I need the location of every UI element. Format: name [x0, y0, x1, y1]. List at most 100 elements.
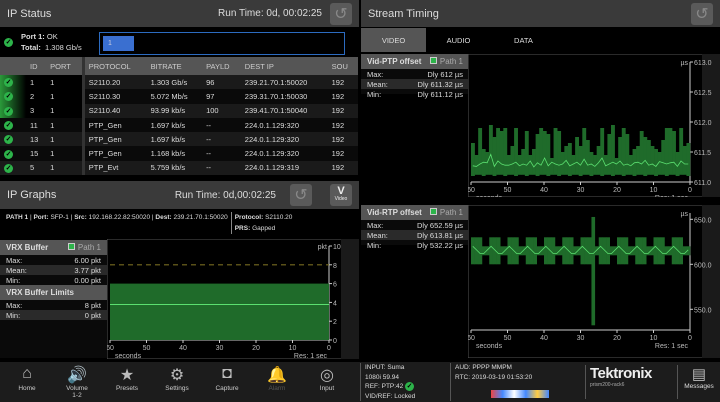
offset-bar [474, 155, 479, 175]
cell-protocol: PTP_Gen [81, 132, 147, 147]
nav-presets-button[interactable]: ★ Presets [102, 365, 152, 399]
cell-dest-ip: 224.0.1.129:320 [240, 132, 328, 147]
tab-video[interactable]: VIDEO [361, 28, 426, 52]
y-tick-label: 550.0 [694, 307, 712, 314]
chart-scrollbar[interactable] [702, 205, 720, 358]
table-row[interactable]: ✓ 11 1 PTP_Gen 1.697 kb/s -- 224.0.1.129:320 19… [0, 117, 358, 133]
nav-label: Presets [115, 385, 139, 392]
offset-bar [567, 143, 572, 176]
reset-button[interactable]: ↺ [290, 184, 312, 206]
rtc-clock: RTC: 2019-03-19 01:53:20 [455, 373, 533, 381]
col-dest-ip[interactable]: DEST IP [240, 57, 328, 75]
table-row[interactable]: ✓ 5 1 PTP_Evt 5.759 kb/s -- 224.0.1.129:319 192 [0, 160, 358, 176]
cell-port: 1 [46, 89, 84, 104]
offset-bar [542, 131, 547, 175]
table-row[interactable]: ✓ 1 1 S2110.20 1.303 Gb/s 96 239.21.70.1:50020… [0, 75, 358, 90]
offset-bar [584, 237, 589, 265]
offset-bar [635, 237, 640, 265]
input-icon: ◎ [320, 367, 334, 384]
offset-bar [660, 237, 665, 265]
input-name: INPUT: Suma [365, 364, 405, 371]
col-payld[interactable]: PAYLD [202, 57, 241, 75]
total-label: Total: [21, 43, 41, 52]
cell-protocol: S2110.40 [81, 103, 147, 118]
reset-button[interactable]: ↺ [330, 2, 352, 25]
stream-selector[interactable]: 1 [99, 32, 345, 55]
reset-button[interactable]: ↺ [691, 2, 713, 25]
offset-bar [580, 237, 585, 265]
status-ok-icon: ✓ [4, 149, 13, 159]
stream-chip[interactable]: 1 [103, 36, 134, 51]
offset-bar [646, 140, 651, 175]
col-id[interactable]: ID [26, 57, 47, 75]
col-bitrate[interactable]: BITRATE [146, 57, 203, 75]
table-row[interactable]: ✓ 2 1 S2110.30 5.072 Mb/s 97 239.31.70.1:50030… [0, 89, 358, 104]
cell-source: 192 [327, 75, 358, 90]
stat-row: Max: 8 pkt [0, 300, 107, 310]
nav-alarm-button[interactable]: 🔔 Alarm [252, 365, 302, 399]
offset-bar [578, 146, 583, 176]
messages-label: Messages [684, 383, 714, 390]
buffer-range-bar [110, 283, 329, 340]
chart-scrollbar[interactable] [341, 239, 359, 359]
cell-protocol: S2110.20 [81, 75, 147, 90]
limits-title: VRX Buffer Limits [6, 288, 75, 297]
video-button[interactable]: V Video [330, 184, 352, 206]
offset-bar [562, 237, 567, 265]
resolution-label: Res: 1 sec [294, 353, 328, 359]
cell-source: 192 [327, 146, 358, 161]
offset-bar [474, 237, 479, 265]
offset-bar [496, 237, 501, 265]
table-row[interactable]: ✓ 13 1 PTP_Gen 1.697 kb/s -- 224.0.1.129:320 19… [0, 132, 358, 147]
y-tick-label: 10 [333, 244, 341, 251]
spike-bar [591, 216, 596, 326]
status-ok-icon: ✓ [4, 135, 13, 145]
col-port[interactable]: PORT [46, 57, 84, 75]
offset-bar [600, 128, 605, 176]
y-tick-label: 611.0 [694, 180, 711, 187]
nav-volume-button[interactable]: 🔊 Volume 1-2 [52, 365, 102, 399]
stat-label: Max: [6, 255, 23, 265]
cell-source: 192 [327, 132, 358, 147]
offset-bar [521, 149, 526, 175]
x-tick-label: 40 [179, 345, 187, 352]
cell-source: 192 [327, 160, 358, 176]
nav-capture-button[interactable]: ◘ Capture [202, 365, 252, 399]
cell-port: 1 [46, 132, 84, 147]
offset-bar [614, 158, 619, 175]
nav-settings-button[interactable]: ⚙ Settings [152, 365, 202, 399]
offset-bar [639, 131, 644, 175]
ip-graphs-panel: IP Graphs Run Time: 0d,00:02:25 ↺ V Video… [0, 181, 359, 359]
nav-input-button[interactable]: ◎ Input [302, 365, 352, 399]
offset-bar [532, 149, 536, 175]
offset-bar [492, 237, 497, 265]
col-source[interactable]: SOU [327, 57, 358, 75]
offset-bar [638, 237, 643, 265]
audio-rtc-status: AUD: PPPP MMPM RTC: 2019-03-19 01:53:20 [450, 363, 585, 401]
tab-bar: VIDEO AUDIO DATA [361, 28, 720, 53]
table-row[interactable]: ✓ 3 1 S2110.40 93.99 kb/s 100 239.41.70.1:5004… [0, 103, 358, 118]
x-tick-label: 0 [688, 335, 692, 342]
system-tray-icons [491, 390, 549, 398]
offset-bar [528, 155, 533, 175]
x-axis-label: seconds [476, 343, 503, 350]
path-name: PATH 1 [6, 214, 29, 221]
bell-icon: 🔔 [267, 367, 287, 384]
offset-bar [675, 237, 680, 265]
tab-data[interactable]: DATA [491, 28, 556, 52]
nav-home-button[interactable]: ⌂ Home [2, 365, 52, 399]
ptp-stats: Vid-PTP offset Path 1 Max: Dly 612 µs Mean:… [361, 54, 469, 99]
stats-title: Vid-RTP offset [367, 208, 422, 217]
tab-audio[interactable]: AUDIO [426, 28, 491, 52]
cell-payld: -- [202, 146, 241, 161]
cell-id: 5 [26, 160, 47, 176]
offset-bar [565, 237, 570, 265]
y-tick-label: 600.0 [694, 262, 712, 269]
y-tick-label: 611.5 [694, 150, 711, 157]
messages-button[interactable]: ▤ Messages [677, 365, 720, 399]
offset-bar [627, 246, 632, 256]
table-row[interactable]: ✓ 15 1 PTP_Gen 1.168 kb/s -- 224.0.1.129:320 19… [0, 146, 358, 161]
col-protocol[interactable]: PROTOCOL [81, 57, 147, 75]
nav-label: Settings [165, 385, 189, 392]
path-label: Path 1 [439, 57, 463, 66]
